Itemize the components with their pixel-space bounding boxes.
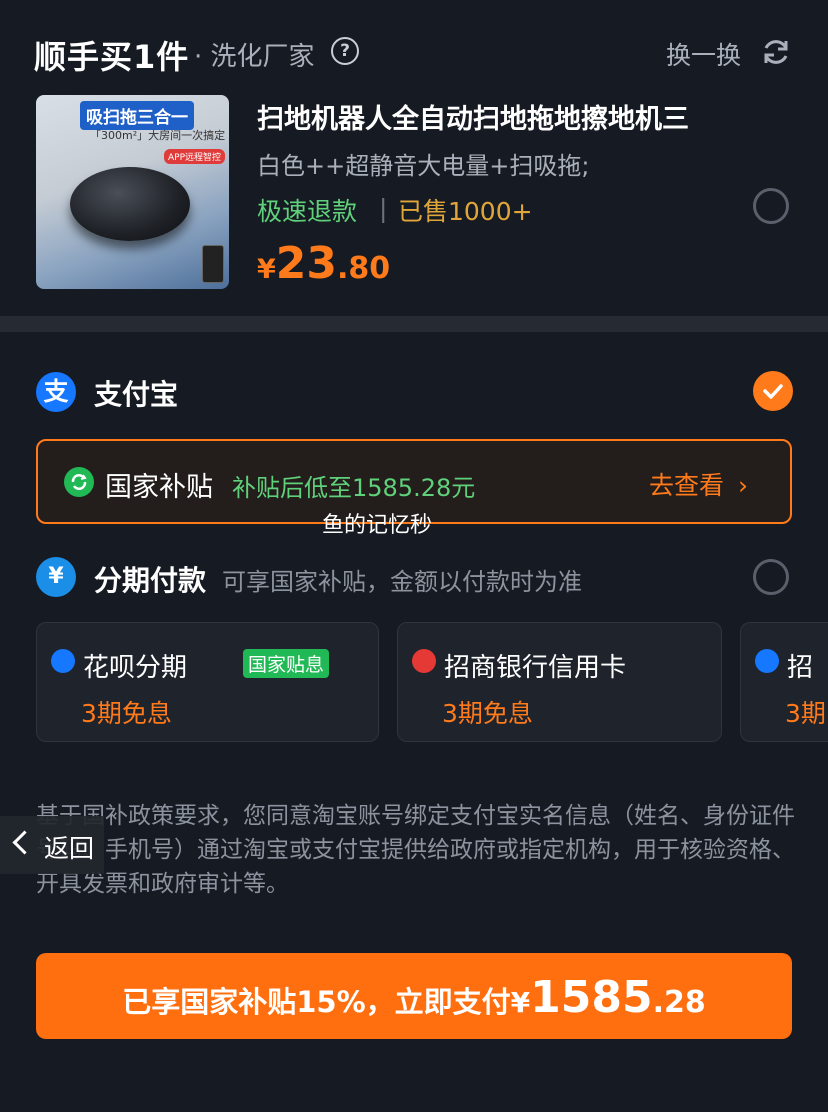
help-circle-icon[interactable]: ?	[331, 37, 359, 65]
installment-card-partial[interactable]: 招 3期	[740, 622, 828, 742]
bank-icon	[755, 649, 779, 673]
installment-icon: ¥	[36, 557, 76, 597]
alipay-selected-check-icon[interactable]	[753, 371, 793, 411]
product-title[interactable]: 扫地机器人全自动扫地拖地擦地机三	[257, 97, 689, 136]
price-decimal: .80	[337, 251, 391, 286]
price-currency: ¥	[257, 254, 276, 285]
installment-card-subtitle: 3期	[785, 699, 826, 728]
pay-button-label: 已享国家补贴15%，立即支付	[122, 985, 511, 1019]
subsidy-tag: 国家贴息	[243, 649, 330, 678]
subsidy-view-label: 去查看	[649, 471, 725, 500]
back-label: 返回	[44, 834, 95, 863]
watermark-text: 鱼的记忆秒	[322, 513, 433, 538]
subsidy-description: 补贴后低至1585.28元	[232, 474, 476, 502]
product-image-app-tag: APP远程智控	[164, 149, 226, 164]
robot-vacuum-graphic	[70, 167, 190, 241]
product-image[interactable]: 吸扫拖三合一 「300m²」大房间一次搞定 APP远程智控	[36, 95, 229, 289]
installment-card-title: 花呗分期	[83, 653, 188, 683]
huabei-icon	[51, 649, 75, 673]
chevron-right-icon: ›	[737, 471, 748, 500]
installment-card-title: 招商银行信用卡	[444, 653, 627, 683]
pay-button-amount-decimal: .28	[652, 985, 706, 1020]
product-variant: 白色++超静音大电量+扫吸拖;	[257, 152, 590, 180]
alipay-icon: 支	[36, 372, 76, 412]
refresh-icon[interactable]	[760, 36, 792, 68]
product-price: ¥23.80	[257, 238, 390, 289]
product-select-radio[interactable]	[753, 188, 789, 224]
pay-button-currency: ¥	[510, 986, 531, 1019]
pay-button-amount-integer: 1585	[530, 972, 653, 1023]
installment-description: 可享国家补贴，金额以付款时为准	[222, 568, 582, 596]
section-divider	[0, 316, 828, 332]
price-integer: 23	[275, 238, 338, 289]
subsidy-view-link[interactable]: 去查看 ›	[649, 466, 748, 502]
installment-select-radio[interactable]	[753, 559, 789, 595]
brand-title: 顺手买1件	[34, 38, 190, 76]
alipay-option-label[interactable]: 支付宝	[94, 373, 178, 413]
installment-card-subtitle: 3期免息	[442, 699, 533, 728]
sold-count: 已售1000+	[398, 197, 533, 226]
policy-text: 基于国补政策要求，您同意淘宝账号绑定支付宝实名信息（姓名、身份证件号码、手机号）…	[36, 803, 795, 897]
phone-graphic	[202, 245, 224, 283]
swap-button[interactable]: 换一换	[666, 36, 741, 72]
installment-card-subtitle: 3期免息	[81, 699, 172, 728]
subsidy-icon	[64, 467, 94, 497]
product-image-caption: 「300m²」大房间一次搞定	[90, 129, 226, 142]
cmb-icon	[412, 649, 436, 673]
pay-now-button[interactable]: 已享国家补贴15%，立即支付¥1585.28	[36, 953, 792, 1039]
product-image-badge: 吸扫拖三合一	[80, 101, 194, 130]
installment-card-cmb[interactable]: 招商银行信用卡 3期免息	[397, 622, 722, 742]
installment-card-huabei[interactable]: 花呗分期 国家贴息 3期免息	[36, 622, 379, 742]
brand-subtitle: · 洗化厂家	[194, 42, 315, 72]
fast-refund-label: 极速退款	[257, 197, 358, 226]
subsidy-label: 国家补贴	[105, 472, 213, 503]
product-meta-separator: |	[379, 194, 388, 223]
installment-card-title: 招	[787, 653, 814, 683]
installment-option-label[interactable]: 分期付款	[94, 559, 206, 599]
